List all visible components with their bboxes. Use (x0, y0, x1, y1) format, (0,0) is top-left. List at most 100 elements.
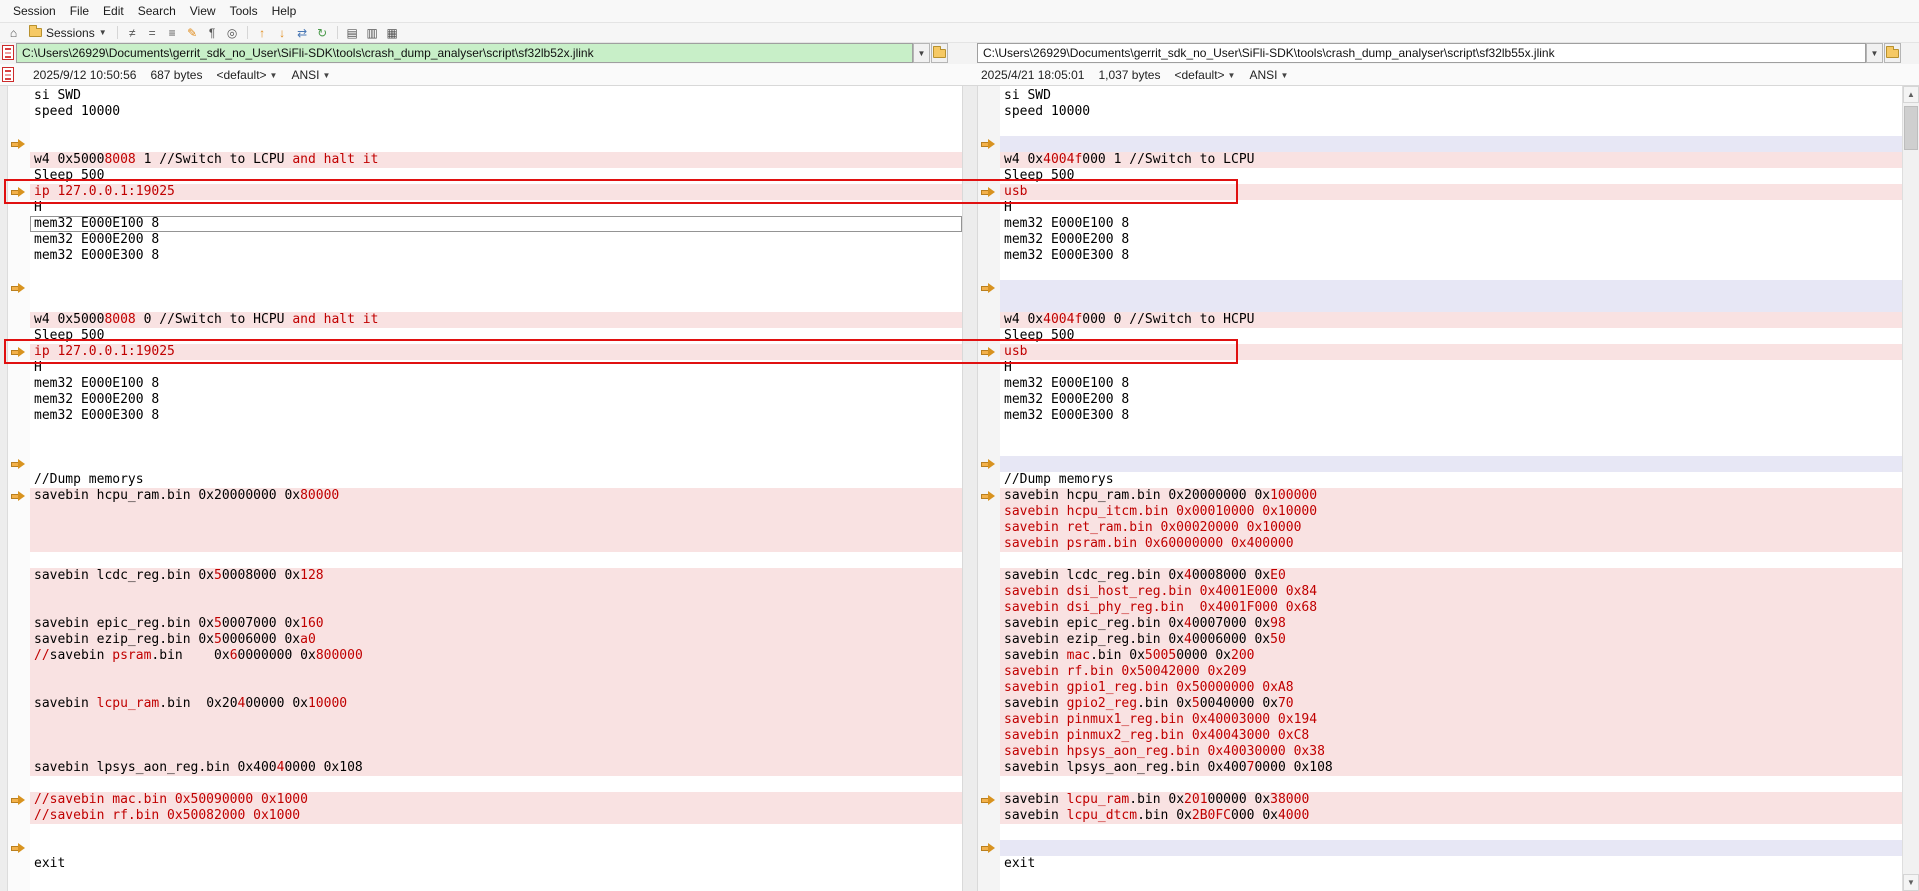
code-line-left[interactable]: w4 0x50008008 1 //Switch to LCPU and hal… (30, 152, 962, 168)
left-format-dropdown[interactable]: <default>▼ (216, 68, 277, 82)
code-line-left[interactable]: savebin ezip_reg.bin 0x50006000 0xa0 (30, 632, 962, 648)
code-line-left[interactable] (30, 840, 962, 856)
code-line-left[interactable]: savebin lcpu_ram.bin 0x20400000 0x10000 (30, 696, 962, 712)
code-line-left[interactable]: //Dump memorys (30, 472, 962, 488)
code-line-right[interactable] (1000, 840, 1902, 856)
code-line-right[interactable]: savebin hcpu_ram.bin 0x20000000 0x100000 (1000, 488, 1902, 504)
code-line-left[interactable] (30, 872, 962, 888)
code-line-right[interactable] (1000, 424, 1902, 440)
previous-diff-icon[interactable]: ↑ (253, 24, 272, 42)
code-line-left[interactable]: H (30, 200, 962, 216)
code-line-left[interactable]: //savebin psram.bin 0x60000000 0x800000 (30, 648, 962, 664)
code-line-left[interactable]: exit (30, 856, 962, 872)
code-line-right[interactable]: mem32 E000E100 8 (1000, 216, 1902, 232)
code-line-left[interactable]: mem32 E000E300 8 (30, 408, 962, 424)
code-line-left[interactable] (30, 440, 962, 456)
code-line-left[interactable] (30, 296, 962, 312)
code-line-right[interactable] (1000, 264, 1902, 280)
show-differences-icon[interactable]: ≠ (123, 24, 142, 42)
code-line-right[interactable]: H (1000, 200, 1902, 216)
code-line-right[interactable] (1000, 440, 1902, 456)
scroll-down-button[interactable]: ▼ (1903, 874, 1919, 891)
code-line-right[interactable]: si SWD (1000, 88, 1902, 104)
code-line-right[interactable] (1000, 552, 1902, 568)
left-editor-pane[interactable]: si SWDspeed 10000 w4 0x50008008 1 //Switc… (30, 86, 962, 891)
layout-icon[interactable]: ▦ (383, 24, 402, 42)
code-line-left[interactable] (30, 824, 962, 840)
code-line-left[interactable] (30, 776, 962, 792)
pane-splitter[interactable] (962, 86, 978, 891)
code-line-right[interactable]: savebin gpio2_reg.bin 0x50040000 0x70 (1000, 696, 1902, 712)
code-line-left[interactable] (30, 728, 962, 744)
code-line-left[interactable] (30, 536, 962, 552)
left-encoding-dropdown[interactable]: ANSI▼ (291, 68, 330, 82)
code-line-right[interactable]: savebin mac.bin 0x50050000 0x200 (1000, 648, 1902, 664)
code-line-left[interactable]: Sleep 500 (30, 168, 962, 184)
code-line-right[interactable]: H (1000, 360, 1902, 376)
code-line-left[interactable] (30, 264, 962, 280)
menu-tools[interactable]: Tools (223, 1, 265, 21)
code-line-right[interactable]: savebin hpsys_aon_reg.bin 0x40030000 0x3… (1000, 744, 1902, 760)
code-line-left[interactable]: savebin epic_reg.bin 0x50007000 0x160 (30, 616, 962, 632)
code-line-left[interactable] (30, 680, 962, 696)
next-diff-icon[interactable]: ↓ (273, 24, 292, 42)
code-line-left[interactable] (30, 280, 962, 296)
scrollbar-thumb[interactable] (1904, 106, 1918, 150)
code-line-right[interactable]: //Dump memorys (1000, 472, 1902, 488)
code-line-left[interactable]: mem32 E000E200 8 (30, 232, 962, 248)
code-line-right[interactable]: w4 0x4004f000 0 //Switch to HCPU (1000, 312, 1902, 328)
sessions-dropdown-button[interactable]: Sessions▼ (24, 24, 112, 42)
code-line-left[interactable] (30, 712, 962, 728)
right-browse-button[interactable] (1884, 43, 1901, 63)
code-line-right[interactable]: savebin ret_ram.bin 0x00020000 0x10000 (1000, 520, 1902, 536)
code-line-left[interactable] (30, 136, 962, 152)
edit-mode-icon[interactable]: ✎ (183, 24, 202, 42)
diff-location-strip[interactable] (0, 86, 8, 891)
right-editor-pane[interactable]: si SWDspeed 10000w4 0x4004f000 1 //Switc… (1000, 86, 1902, 891)
code-line-right[interactable]: w4 0x4004f000 1 //Switch to LCPU (1000, 152, 1902, 168)
code-line-left[interactable] (30, 664, 962, 680)
code-line-right[interactable]: savebin lcpu_ram.bin 0x20100000 0x38000 (1000, 792, 1902, 808)
menu-file[interactable]: File (63, 1, 96, 21)
code-line-left[interactable]: ip 127.0.0.1:19025 (30, 184, 962, 200)
code-line-right[interactable]: savebin hcpu_itcm.bin 0x00010000 0x10000 (1000, 504, 1902, 520)
code-line-right[interactable]: savebin gpio1_reg.bin 0x50000000 0xA8 (1000, 680, 1902, 696)
code-line-left[interactable]: savebin hcpu_ram.bin 0x20000000 0x80000 (30, 488, 962, 504)
code-line-right[interactable]: savebin rf.bin 0x50042000 0x209 (1000, 664, 1902, 680)
code-line-right[interactable]: savebin dsi_host_reg.bin 0x4001E000 0x84 (1000, 584, 1902, 600)
code-line-left[interactable] (30, 120, 962, 136)
home-icon[interactable]: ⌂ (4, 24, 23, 42)
code-line-left[interactable]: speed 10000 (30, 104, 962, 120)
code-line-right[interactable]: mem32 E000E100 8 (1000, 376, 1902, 392)
menu-help[interactable]: Help (265, 1, 304, 21)
code-line-right[interactable] (1000, 456, 1902, 472)
code-line-left[interactable]: H (30, 360, 962, 376)
code-line-right[interactable]: usb (1000, 344, 1902, 360)
copy-to-right-icon[interactable]: ▤ (343, 24, 362, 42)
vertical-scrollbar[interactable]: ▲ ▼ (1902, 86, 1919, 891)
code-line-left[interactable]: //savebin rf.bin 0x50082000 0x1000 (30, 808, 962, 824)
code-line-left[interactable] (30, 424, 962, 440)
right-format-dropdown[interactable]: <default>▼ (1174, 68, 1235, 82)
code-line-right[interactable]: Sleep 500 (1000, 168, 1902, 184)
code-line-left[interactable]: w4 0x50008008 0 //Switch to HCPU and hal… (30, 312, 962, 328)
right-path-input[interactable] (977, 43, 1866, 63)
code-line-right[interactable]: Sleep 500 (1000, 328, 1902, 344)
code-line-left[interactable]: savebin lpsys_aon_reg.bin 0x40040000 0x1… (30, 760, 962, 776)
code-line-left[interactable] (30, 744, 962, 760)
code-line-left[interactable]: si SWD (30, 88, 962, 104)
left-path-dropdown-button[interactable]: ▼ (913, 43, 930, 63)
code-line-right[interactable]: mem32 E000E200 8 (1000, 232, 1902, 248)
show-all-icon[interactable]: ≡ (163, 24, 182, 42)
code-line-left[interactable] (30, 504, 962, 520)
left-path-input[interactable] (16, 43, 913, 63)
right-encoding-dropdown[interactable]: ANSI▼ (1249, 68, 1288, 82)
code-line-right[interactable]: savebin lcdc_reg.bin 0x40008000 0xE0 (1000, 568, 1902, 584)
code-line-right[interactable] (1000, 824, 1902, 840)
code-line-left[interactable] (30, 552, 962, 568)
code-line-right[interactable]: mem32 E000E300 8 (1000, 248, 1902, 264)
code-line-right[interactable] (1000, 120, 1902, 136)
left-browse-button[interactable] (931, 43, 948, 63)
code-line-left[interactable]: savebin lcdc_reg.bin 0x50008000 0x128 (30, 568, 962, 584)
menu-view[interactable]: View (183, 1, 223, 21)
